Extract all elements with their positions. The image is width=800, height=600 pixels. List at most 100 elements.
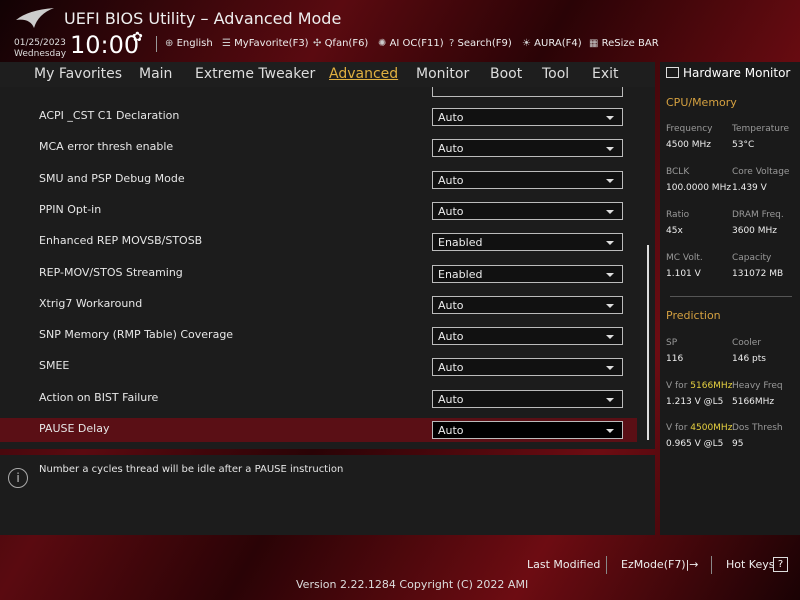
help-icon[interactable]: ?	[773, 557, 788, 572]
vfor-value-2: 0.965 V @L5	[666, 439, 724, 449]
ai-oc-icon: ✺	[378, 38, 390, 49]
clock: 10:00	[70, 31, 140, 59]
cooler-value: 146 pts	[732, 354, 766, 364]
setting-dropdown[interactable]: Auto	[432, 108, 623, 126]
setting-row[interactable]: MCA error thresh enable Auto	[0, 136, 637, 160]
favorite-icon: ☰	[222, 38, 235, 49]
tab-tool[interactable]: Tool	[542, 66, 569, 82]
chevron-down-icon	[606, 116, 614, 120]
hw-label: Frequency	[666, 124, 713, 134]
setting-row[interactable]: SMU and PSP Debug Mode Auto	[0, 168, 637, 192]
hw-label: MC Volt.	[666, 253, 703, 263]
cpu-memory-title: CPU/Memory	[666, 96, 737, 109]
hw-label: Ratio	[666, 210, 690, 220]
setting-dropdown[interactable]: Auto	[432, 295, 623, 314]
toolbar-ai-oc[interactable]: ✺ AI OC(F11)	[378, 38, 444, 49]
app-title: UEFI BIOS Utility – Advanced Mode	[64, 9, 342, 28]
chevron-down-icon	[606, 429, 614, 433]
scrollbar[interactable]	[647, 245, 649, 440]
prediction-title: Prediction	[666, 309, 721, 322]
toolbar-globe[interactable]: ⊕ English	[165, 38, 213, 49]
tab-exit[interactable]: Exit	[592, 66, 619, 82]
chevron-down-icon	[606, 272, 614, 277]
tab-my-favorites[interactable]: My Favorites	[34, 66, 122, 82]
heavy-freq-label: Heavy Freq	[732, 381, 783, 391]
setting-dropdown[interactable]: Auto	[432, 201, 623, 220]
setting-dropdown[interactable]: Auto	[432, 139, 623, 158]
setting-dropdown[interactable]: Enabled	[432, 233, 623, 252]
monitor-icon	[666, 67, 679, 78]
setting-row[interactable]: SMEE Auto	[0, 355, 637, 379]
dropdown-partial[interactable]	[432, 87, 623, 97]
setting-row[interactable]: PAUSE Delay Auto	[0, 418, 637, 442]
hw-value: 1.101 V	[666, 269, 701, 279]
chevron-down-icon	[606, 397, 614, 402]
setting-row[interactable]: ACPI _CST C1 Declaration Auto	[0, 105, 637, 129]
divider	[670, 296, 792, 297]
toolbar-aura[interactable]: ☀ AURA(F4)	[522, 38, 582, 49]
setting-label: PPIN Opt-in	[39, 202, 102, 216]
setting-row[interactable]: Xtrig7 Workaround Auto	[0, 293, 637, 317]
chevron-down-icon	[606, 241, 614, 246]
chevron-down-icon	[606, 303, 614, 308]
tab-boot[interactable]: Boot	[490, 66, 522, 82]
hw-label: Core Voltage	[732, 167, 790, 177]
setting-label: SMU and PSP Debug Mode	[39, 171, 185, 185]
description-text: Number a cycles thread will be idle afte…	[39, 464, 344, 475]
toolbar-favorite[interactable]: ☰ MyFavorite(F3)	[222, 38, 309, 49]
vfor-label-2: V for 4500MHz	[666, 423, 733, 433]
setting-row[interactable]: Enhanced REP MOVSB/STOSB Enabled	[0, 230, 637, 254]
last-modified-button[interactable]: Last Modified	[527, 558, 600, 571]
setting-dropdown[interactable]: Enabled	[432, 264, 623, 283]
tab-main[interactable]: Main	[139, 66, 172, 82]
setting-dropdown[interactable]: Auto	[432, 389, 623, 408]
sp-value: 116	[666, 354, 684, 364]
divider	[711, 556, 712, 574]
setting-label: SNP Memory (RMP Table) Coverage	[39, 328, 234, 342]
setting-dropdown[interactable]: Auto	[432, 358, 623, 377]
setting-label: SMEE	[39, 359, 70, 373]
tab-extreme-tweaker[interactable]: Extreme Tweaker	[195, 66, 315, 82]
gear-icon[interactable]: ✿	[132, 30, 143, 45]
chevron-down-icon	[606, 366, 614, 371]
heavy-freq-value: 5166MHz	[732, 397, 775, 407]
divider	[156, 36, 157, 52]
setting-dropdown[interactable]: Auto	[432, 327, 623, 346]
setting-row[interactable]: Action on BIST Failure Auto	[0, 387, 637, 411]
toolbar-fan[interactable]: ✣ Qfan(F6)	[313, 38, 368, 49]
ezmode-button[interactable]: EzMode(F7)|→	[621, 558, 699, 571]
cooler-label: Cooler	[732, 338, 762, 348]
aura-icon: ☀	[522, 38, 535, 49]
setting-row[interactable]: SNP Memory (RMP Table) Coverage Auto	[0, 324, 637, 348]
setting-label: PAUSE Delay	[39, 422, 110, 435]
hot-keys-button[interactable]: Hot Keys	[726, 558, 775, 571]
setting-dropdown[interactable]: Auto	[432, 170, 623, 189]
hw-value: 131072 MB	[732, 269, 784, 279]
hw-label: Capacity	[732, 253, 772, 263]
globe-icon: ⊕	[165, 38, 177, 49]
toolbar-resize-bar[interactable]: ▦ ReSize BAR	[589, 38, 659, 49]
chevron-down-icon	[606, 209, 614, 214]
hw-value: 1.439 V	[732, 183, 767, 193]
rog-logo-icon	[16, 8, 54, 28]
hw-value: 4500 MHz	[666, 140, 712, 150]
setting-dropdown[interactable]: Auto	[432, 421, 623, 439]
hw-label: Temperature	[732, 124, 790, 134]
dos-thresh-label: Dos Thresh	[732, 423, 783, 433]
dos-thresh-value: 95	[732, 439, 744, 449]
hw-value: 45x	[666, 226, 683, 236]
setting-row[interactable]: PPIN Opt-in Auto	[0, 199, 637, 223]
info-icon: i	[8, 468, 28, 488]
tab-monitor[interactable]: Monitor	[416, 66, 469, 82]
setting-label: Action on BIST Failure	[39, 390, 159, 404]
setting-row[interactable]: REP-MOV/STOS Streaming Enabled	[0, 262, 637, 286]
chevron-down-icon	[606, 178, 614, 183]
settings-list: ACPI _CST C1 Declaration Auto MCA error th…	[0, 87, 655, 449]
setting-label: Enhanced REP MOVSB/STOSB	[39, 234, 203, 248]
setting-label: Xtrig7 Workaround	[39, 296, 143, 310]
toolbar-search[interactable]: ? Search(F9)	[449, 38, 512, 49]
hw-value: 100.0000 MHz	[666, 183, 732, 193]
tab-advanced[interactable]: Advanced	[329, 66, 398, 82]
divider	[606, 556, 607, 574]
chevron-down-icon	[606, 335, 614, 340]
